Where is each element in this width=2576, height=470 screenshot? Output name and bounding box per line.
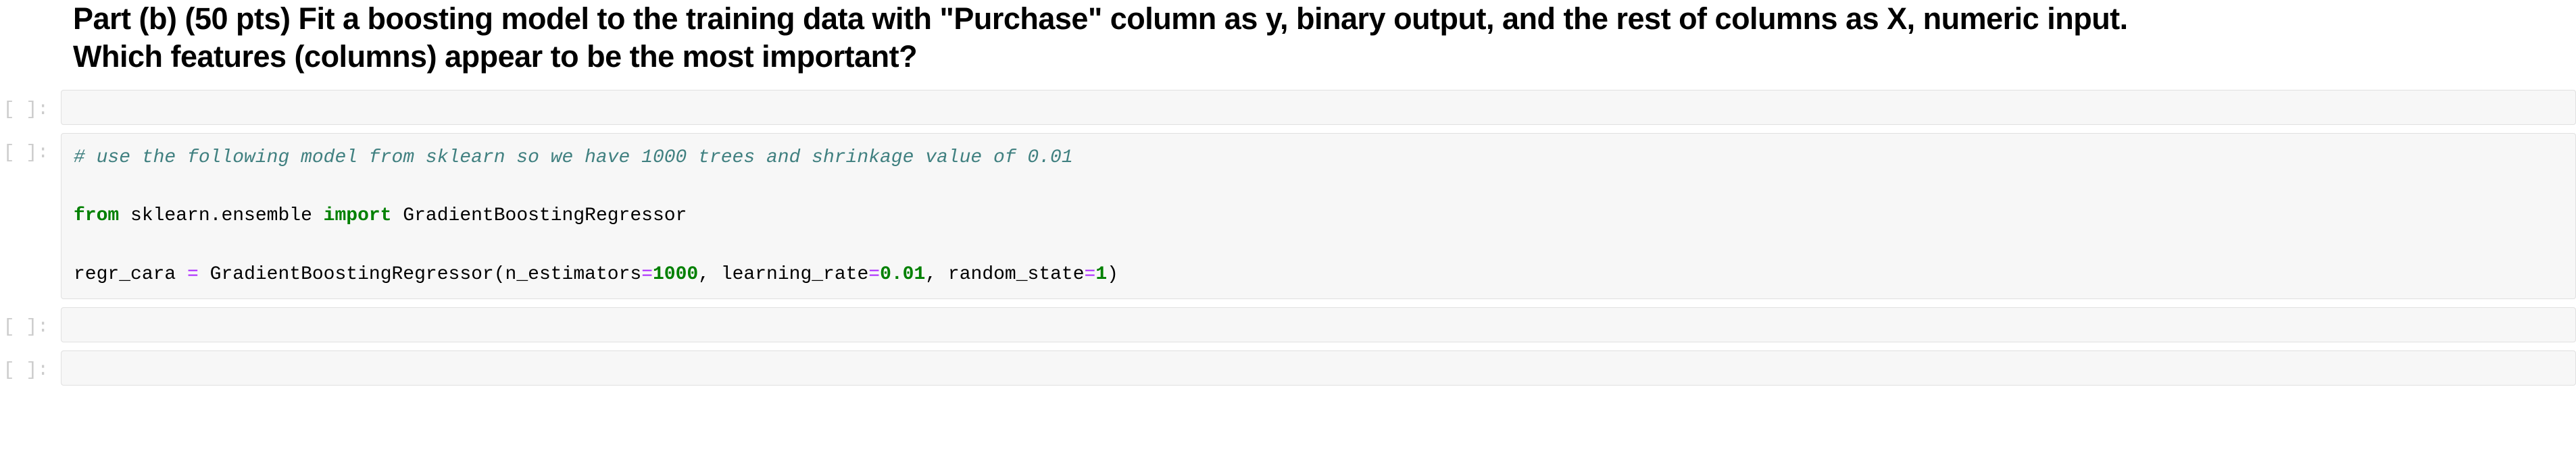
class-call: GradientBoostingRegressor	[210, 264, 494, 285]
code-cell-4: [ ]:	[0, 350, 2576, 386]
var-name: regr_cara	[74, 264, 187, 285]
comma: ,	[925, 264, 948, 285]
cell-prompt: [ ]:	[0, 350, 61, 386]
comma: ,	[698, 264, 721, 285]
param-eq: =	[641, 264, 653, 285]
notebook-container: Part (b) (50 pts) Fit a boosting model t…	[0, 0, 2576, 386]
close-paren: )	[1107, 264, 1118, 285]
param-name: learning_rate	[721, 264, 868, 285]
code-input-main[interactable]: # use the following model from sklearn s…	[61, 133, 2576, 300]
code-cell-3: [ ]:	[0, 307, 2576, 342]
module-name: sklearn.ensemble	[119, 205, 323, 226]
code-cell-1: [ ]:	[0, 90, 2576, 125]
kw-from: from	[74, 205, 119, 226]
code-input-empty[interactable]	[61, 307, 2576, 342]
param-name: n_estimators	[505, 264, 642, 285]
param-eq: =	[1085, 264, 1096, 285]
blank-line	[74, 172, 2563, 201]
code-cell-2: [ ]: # use the following model from skle…	[0, 133, 2576, 300]
code-comment: # use the following model from sklearn s…	[74, 147, 1073, 168]
open-paren: (	[494, 264, 505, 285]
cell-prompt: [ ]:	[0, 307, 61, 342]
code-input-empty[interactable]	[61, 90, 2576, 125]
param-eq: =	[868, 264, 880, 285]
code-input-empty[interactable]	[61, 350, 2576, 386]
markdown-heading: Part (b) (50 pts) Fit a boosting model t…	[0, 0, 2576, 90]
param-value: 0.01	[880, 264, 925, 285]
assign-operator: =	[187, 264, 199, 285]
cell-prompt: [ ]:	[0, 133, 61, 300]
param-name: random_state	[948, 264, 1085, 285]
param-value: 1	[1095, 264, 1107, 285]
heading-line2: Which features (columns) appear to be th…	[73, 39, 917, 74]
cell-prompt: [ ]:	[0, 90, 61, 125]
blank-line	[74, 231, 2563, 260]
kw-import: import	[324, 205, 392, 226]
space	[199, 264, 210, 285]
import-identifier: GradientBoostingRegressor	[392, 205, 687, 226]
heading-line1: Part (b) (50 pts) Fit a boosting model t…	[73, 1, 2128, 36]
param-value: 1000	[653, 264, 698, 285]
